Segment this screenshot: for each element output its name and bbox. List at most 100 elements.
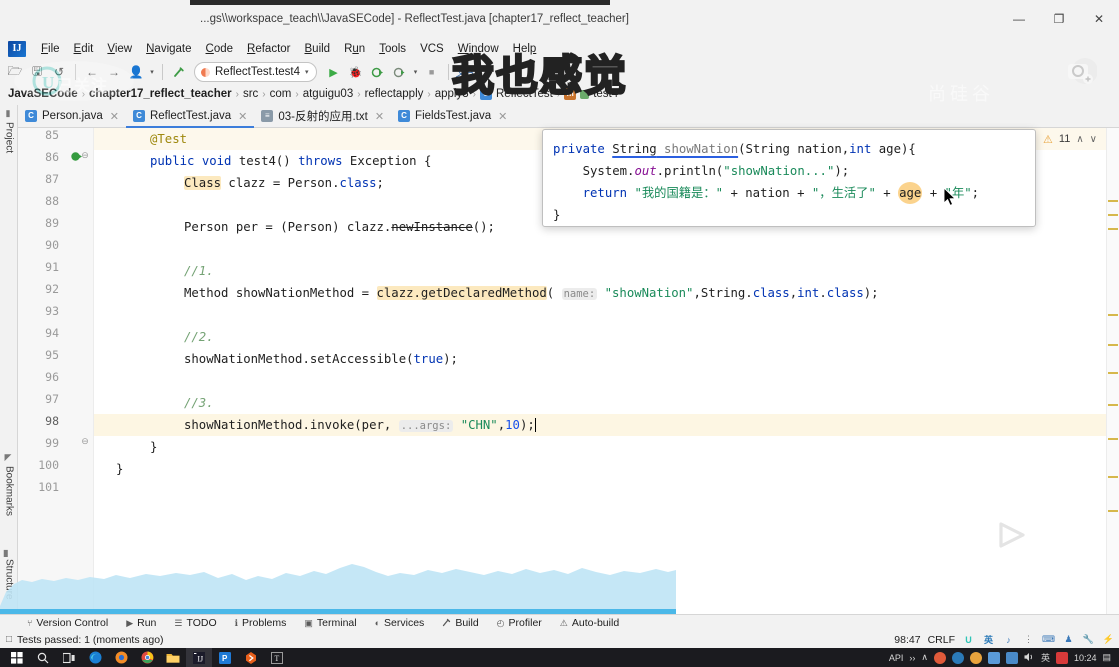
tray-icon-note[interactable]: ♪ — [1002, 633, 1015, 646]
sync-icon[interactable]: ↺ — [48, 61, 70, 83]
tray-app-icon-5[interactable] — [1005, 651, 1018, 664]
menu-refactor[interactable]: Refactor — [240, 41, 297, 57]
tray-app-icon-6[interactable] — [1055, 651, 1068, 664]
breadcrumb-item-4[interactable]: atguigu03 — [299, 88, 358, 100]
menu-code[interactable]: Code — [199, 41, 241, 57]
tray-icon-keyboard[interactable]: ⌨ — [1042, 633, 1055, 646]
ime-indicator[interactable]: 英 — [1041, 651, 1050, 664]
tool-button-services[interactable]: ◐ Services — [366, 617, 434, 629]
tool-button-todo[interactable]: ☰ TODO — [165, 617, 225, 629]
tray-icon-ime[interactable]: 英 — [982, 633, 995, 646]
taskbar-app-pycharm[interactable]: P — [212, 648, 238, 667]
menu-vcs[interactable]: VCS — [413, 41, 451, 57]
tool-button-problems[interactable]: ℹ Problems — [226, 617, 296, 629]
tray-icon-person[interactable]: ♟ — [1062, 633, 1075, 646]
taskbar-app-typora[interactable]: T — [264, 648, 290, 667]
breadcrumb-item-1[interactable]: chapter17_reflect_teacher — [85, 88, 236, 100]
close-icon[interactable]: ✕ — [110, 110, 119, 123]
taskbar-app-firefox[interactable] — [108, 648, 134, 667]
tool-button-version-control[interactable]: ⑂ Version Control — [18, 617, 117, 629]
tab-fieldstest-java[interactable]: C FieldsTest.java ✕ — [391, 105, 514, 127]
tray-chevron-icon[interactable]: ›› — [909, 653, 915, 663]
tray-volume-icon[interactable] — [1024, 652, 1035, 664]
inspection-widget[interactable]: ⚠ 11 ∧ ∨ — [1043, 130, 1097, 148]
breadcrumb-item-7[interactable]: C ReflectTest — [476, 88, 557, 100]
sidebar-item-bookmarks[interactable]: ◤ Bookmarks — [0, 453, 18, 516]
tab-person-java[interactable]: C Person.java ✕ — [18, 105, 126, 127]
caret-position[interactable]: 98:47 — [894, 634, 920, 646]
menu-tools[interactable]: Tools — [372, 41, 413, 57]
save-icon[interactable]: 🖫 — [26, 61, 48, 83]
run-button[interactable]: ▶ — [323, 61, 345, 83]
menu-window[interactable]: Window — [451, 41, 506, 57]
open-folder-icon[interactable]: 🗁 — [4, 61, 26, 83]
tool-button-terminal[interactable]: ▣ Terminal — [295, 617, 365, 629]
run-with-coverage-button[interactable] — [367, 61, 389, 83]
breadcrumb-item-0[interactable]: JavaSECode — [4, 88, 82, 100]
menu-run[interactable]: Run — [337, 41, 372, 57]
profile-icon[interactable]: 👤 — [125, 61, 147, 83]
breadcrumb-item-8[interactable]: m test4 — [560, 88, 622, 100]
profile-chevron-down-icon[interactable]: ▾ — [147, 61, 157, 83]
menu-help[interactable]: Help — [506, 41, 544, 57]
tool-button-auto-build[interactable]: ⚠ Auto-build — [551, 617, 628, 629]
code-fold-icon[interactable]: ⊖ — [80, 150, 90, 161]
tray-icon-u[interactable]: U — [962, 633, 975, 646]
menu-build[interactable]: Build — [298, 41, 338, 57]
editor-marker-scrollbar[interactable] — [1106, 128, 1119, 634]
quick-documentation-popup[interactable]: private String showNation(String nation,… — [542, 129, 1036, 227]
notification-icon[interactable]: ▤ — [1102, 652, 1111, 663]
sidebar-item-structure[interactable]: ▃ Structure — [0, 550, 18, 601]
tab-reflecttest-java[interactable]: C ReflectTest.java ✕ — [125, 105, 255, 128]
taskbar-app-chrome[interactable] — [134, 648, 160, 667]
menu-edit[interactable]: Edit — [67, 41, 101, 57]
task-view-icon[interactable] — [56, 648, 82, 667]
tab-txt-file[interactable]: ≡ 03-反射的应用.txt ✕ — [254, 105, 391, 127]
maximize-button[interactable]: ❐ — [1039, 0, 1079, 38]
close-icon[interactable]: ✕ — [375, 110, 384, 123]
tray-icon-alert[interactable]: ⚡ — [1102, 633, 1115, 646]
tool-button-build[interactable]: Build — [433, 617, 487, 629]
close-icon[interactable]: ✕ — [238, 110, 247, 123]
run-more-chevron-down-icon[interactable]: ▾ — [411, 61, 421, 83]
breadcrumb-item-5[interactable]: reflectapply — [361, 88, 428, 100]
status-test-result[interactable]: □ Tests passed: 1 (moments ago) — [6, 634, 164, 646]
tray-app-icon-2[interactable] — [951, 651, 964, 664]
menu-navigate[interactable]: Navigate — [139, 41, 198, 57]
taskbar-clock[interactable]: 10:24 — [1074, 653, 1097, 663]
tray-expand-icon[interactable]: ∧ — [921, 652, 928, 663]
tool-button-run[interactable]: ▶ Run — [117, 617, 165, 629]
profile-run-button[interactable] — [389, 61, 411, 83]
tray-app-icon-4[interactable] — [987, 651, 1000, 664]
tray-icon-more[interactable]: ⋮ — [1022, 633, 1035, 646]
start-button-icon[interactable] — [4, 648, 30, 667]
tray-app-icon-3[interactable] — [969, 651, 982, 664]
menu-view[interactable]: View — [100, 41, 139, 57]
close-icon[interactable]: ✕ — [498, 110, 507, 123]
run-configuration-selector[interactable]: ReflectTest.test4 ▾ — [194, 62, 317, 82]
search-icon[interactable] — [30, 648, 56, 667]
taskbar-app-intellij[interactable]: IJ — [186, 648, 212, 667]
code-fold-icon[interactable]: ⊖ — [80, 436, 90, 447]
debug-button[interactable]: 🐞 — [345, 61, 367, 83]
breadcrumb-item-6[interactable]: apply3 — [431, 88, 473, 100]
breadcrumb-item-3[interactable]: com — [266, 88, 296, 100]
forward-icon[interactable]: → — [103, 61, 125, 83]
minimize-button[interactable]: — — [999, 0, 1039, 38]
taskbar-app-orange[interactable] — [238, 648, 264, 667]
back-icon[interactable]: ← — [81, 61, 103, 83]
line-separator-label[interactable]: CRLF — [928, 634, 955, 646]
sidebar-item-project[interactable]: ▮ Project — [0, 109, 18, 153]
breadcrumb-item-2[interactable]: src — [239, 88, 262, 100]
tray-app-icon-1[interactable] — [933, 651, 946, 664]
taskbar-app-edge[interactable] — [82, 648, 108, 667]
translate-icon[interactable]: 文A — [454, 61, 476, 83]
build-hammer-icon[interactable] — [168, 61, 190, 83]
editor-gutter[interactable]: 85 86 87 88 89 90 91 92 93 94 95 96 97 9… — [18, 128, 94, 634]
close-button[interactable]: ✕ — [1079, 0, 1119, 38]
tool-button-profiler[interactable]: ◴ Profiler — [488, 617, 551, 629]
menu-file[interactable]: File — [34, 41, 67, 57]
tray-icon-wrench[interactable]: 🔧 — [1082, 633, 1095, 646]
prev-problem-icon[interactable]: ∧ — [1076, 134, 1083, 145]
next-problem-icon[interactable]: ∨ — [1090, 134, 1097, 145]
